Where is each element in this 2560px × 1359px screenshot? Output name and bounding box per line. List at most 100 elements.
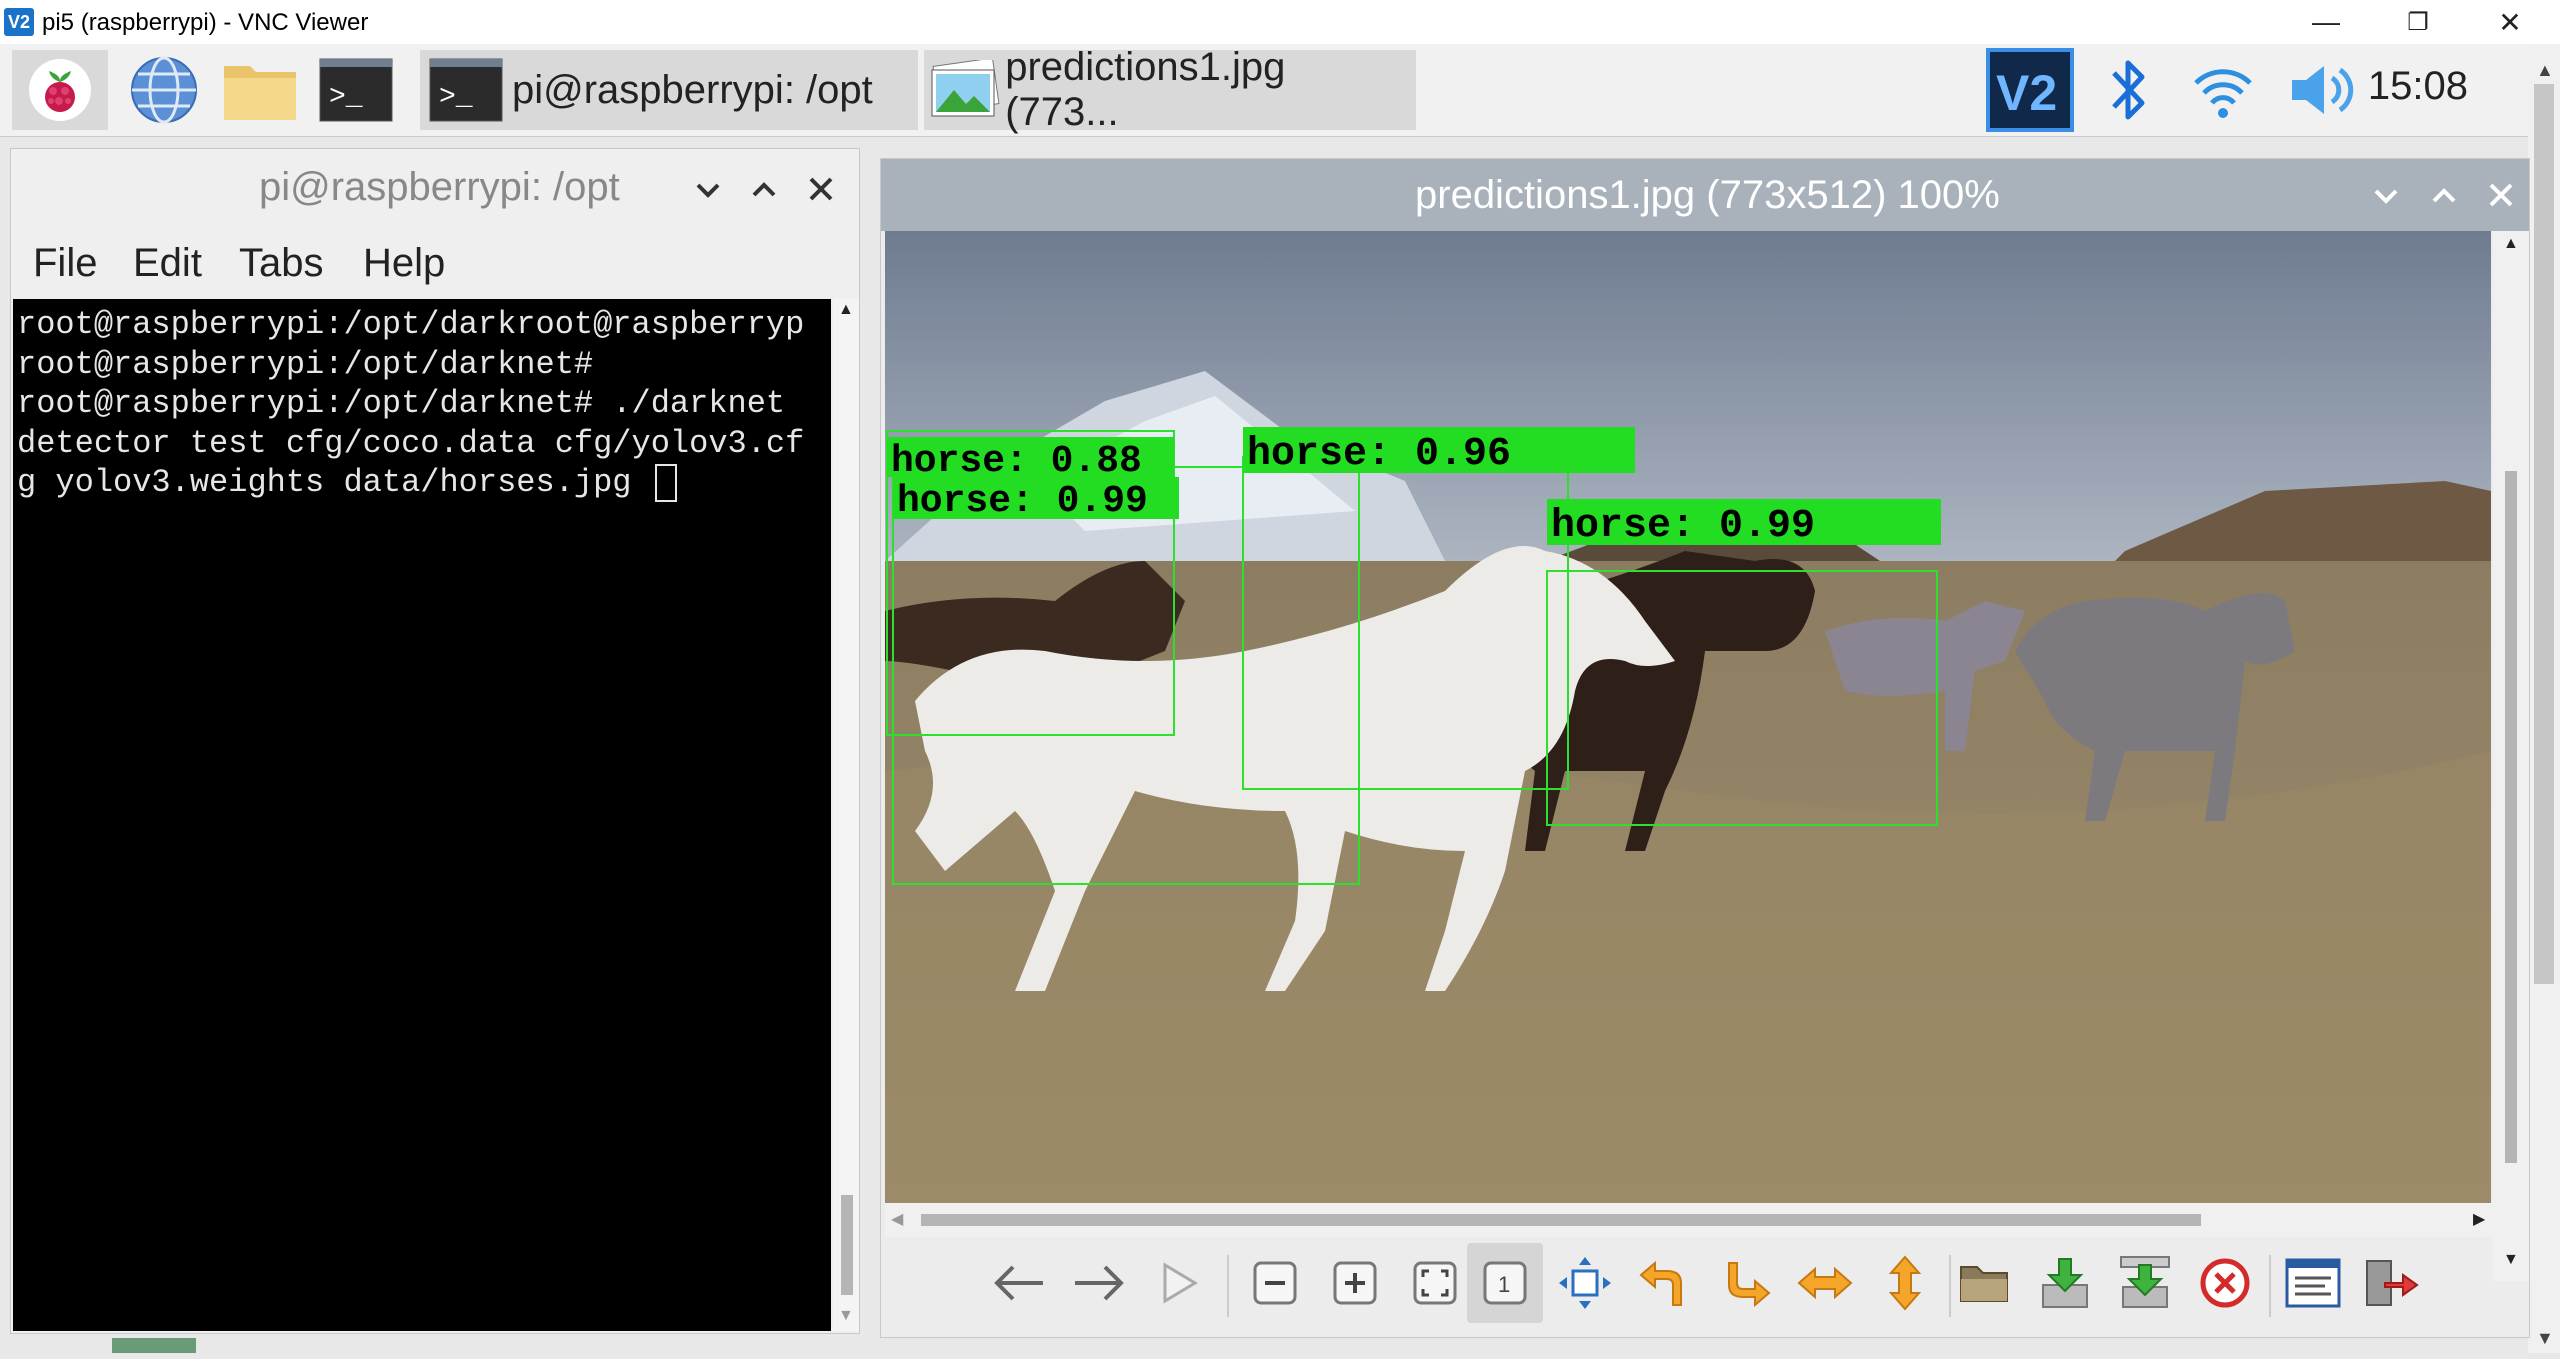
bluetooth-button[interactable] xyxy=(2104,50,2154,130)
scroll-thumb[interactable] xyxy=(921,1214,2201,1226)
zoom-fit-button[interactable] xyxy=(1403,1251,1467,1315)
terminal-cursor xyxy=(654,463,677,502)
previous-button[interactable] xyxy=(987,1251,1051,1315)
terminal-menubar: File Edit Tabs Help xyxy=(11,229,859,299)
open-file-button[interactable] xyxy=(1953,1251,2017,1315)
chevron-up-icon[interactable] xyxy=(2429,181,2459,211)
terminal-title: pi@raspberrypi: /opt xyxy=(259,165,620,209)
close-button[interactable]: ✕ xyxy=(2466,0,2554,44)
rotate-left-button[interactable] xyxy=(1633,1251,1697,1315)
terminal-line: root@raspberrypi:/opt/darkroot@raspberry… xyxy=(17,306,805,343)
scroll-thumb[interactable] xyxy=(2505,471,2517,1163)
flip-horizontal-icon xyxy=(1797,1266,1853,1300)
menu-edit[interactable]: Edit xyxy=(133,241,202,286)
rotate-left-icon xyxy=(1639,1260,1682,1306)
window-title: pi5 (raspberrypi) - VNC Viewer xyxy=(42,9,369,36)
task-terminal[interactable]: >_ pi@raspberrypi: /opt xyxy=(420,50,918,130)
wifi-icon xyxy=(2194,69,2252,118)
folder-icon xyxy=(224,66,296,120)
save-as-button[interactable] xyxy=(2113,1251,2177,1315)
save-icon xyxy=(2042,1258,2088,1308)
toolbar-separator xyxy=(1949,1255,1951,1317)
preferences-button[interactable] xyxy=(2281,1251,2345,1315)
minimize-button[interactable]: — xyxy=(2282,0,2370,44)
terminal-line: detector test cfg/coco.data cfg/yolov3.c… xyxy=(17,424,805,462)
task-terminal-label: pi@raspberrypi: /opt xyxy=(512,67,873,112)
file-manager-button[interactable] xyxy=(220,50,300,130)
zoom-out-button[interactable] xyxy=(1243,1251,1307,1315)
menu-tabs[interactable]: Tabs xyxy=(239,241,324,286)
vnc-titlebar: V2 pi5 (raspberrypi) - VNC Viewer — ❐ ✕ xyxy=(0,0,2560,44)
rotate-right-icon xyxy=(1728,1262,1771,1308)
globe-icon xyxy=(131,56,197,124)
fullscreen-button[interactable] xyxy=(1553,1251,1617,1315)
detection-label: horse: 0.99 xyxy=(897,480,1148,523)
vnc-tray-button[interactable]: V2 xyxy=(1986,48,2074,132)
raspberry-menu-button[interactable] xyxy=(12,50,108,130)
menu-help[interactable]: Help xyxy=(363,241,445,286)
scroll-down-icon[interactable]: ▼ xyxy=(2536,1328,2554,1349)
close-icon[interactable] xyxy=(2487,181,2515,209)
menu-file[interactable]: File xyxy=(33,241,97,286)
terminal-line: g yolov3.weights data/horses.jpg xyxy=(17,464,651,501)
prev-icon xyxy=(994,1265,1043,1301)
volume-button[interactable] xyxy=(2288,50,2360,130)
scroll-right-icon[interactable]: ▶ xyxy=(2473,1209,2485,1229)
horses-photo: horse: 0.88 horse: 0.99 horse: 0.96 hors… xyxy=(885,231,2491,1203)
chevron-down-icon[interactable] xyxy=(693,175,723,205)
toolbar-separator xyxy=(2269,1255,2271,1317)
wifi-button[interactable] xyxy=(2190,50,2256,130)
zoom-in-button[interactable] xyxy=(1323,1251,1387,1315)
scroll-up-icon[interactable]: ▲ xyxy=(2536,60,2554,81)
scroll-thumb[interactable] xyxy=(841,1195,853,1295)
flip-horizontal-button[interactable] xyxy=(1793,1251,1857,1315)
scroll-left-icon[interactable]: ◀ xyxy=(891,1209,903,1229)
terminal-scrollbar[interactable]: ▲ ▼ xyxy=(833,299,859,1331)
terminal-output[interactable]: root@raspberrypi:/opt/darkroot@raspberry… xyxy=(13,299,831,1331)
chevron-down-icon[interactable] xyxy=(2371,181,2401,211)
save-button[interactable] xyxy=(2033,1251,2097,1315)
flip-vertical-button[interactable] xyxy=(1873,1251,1937,1315)
zoom-original-icon: 1 xyxy=(1483,1261,1527,1305)
chevron-up-icon[interactable] xyxy=(749,175,779,205)
terminal-icon: >_ xyxy=(429,58,503,122)
prediction-image[interactable]: horse: 0.88 horse: 0.99 horse: 0.96 hors… xyxy=(885,231,2491,1359)
svg-text:1: 1 xyxy=(1498,1272,1510,1297)
viewer-titlebar[interactable]: predictions1.jpg (773x512) 100% xyxy=(881,159,2529,231)
viewer-horizontal-scrollbar[interactable]: ◀ ▶ xyxy=(885,1203,2495,1237)
terminal-titlebar[interactable]: pi@raspberrypi: /opt xyxy=(11,149,859,229)
fullscreen-icon xyxy=(1559,1257,1611,1309)
flip-vertical-icon xyxy=(1888,1255,1922,1311)
next-button[interactable] xyxy=(1067,1251,1131,1315)
desktop-fragment xyxy=(112,1338,196,1353)
task-image-viewer[interactable]: predictions1.jpg (773... xyxy=(924,45,1416,134)
clock[interactable]: 15:08 xyxy=(2368,64,2468,109)
detection-label: horse: 0.88 xyxy=(891,440,1142,483)
slideshow-button[interactable] xyxy=(1147,1251,1211,1315)
restore-button[interactable]: ❐ xyxy=(2374,0,2462,44)
terminal-launcher-button[interactable]: >_ xyxy=(316,50,396,130)
viewer-toolbar: 1 xyxy=(881,1237,2529,1337)
viewer-vertical-scrollbar[interactable]: ▲ ▼ xyxy=(2493,231,2529,1281)
scroll-up-icon[interactable]: ▲ xyxy=(838,301,854,319)
scroll-thumb[interactable] xyxy=(2534,84,2554,984)
quit-button[interactable] xyxy=(2359,1251,2423,1315)
close-icon[interactable] xyxy=(807,175,835,203)
rotate-right-button[interactable] xyxy=(1713,1251,1777,1315)
viewer-title: predictions1.jpg (773x512) 100% xyxy=(1415,173,2000,217)
image-icon xyxy=(931,60,1000,117)
bluetooth-icon xyxy=(2112,60,2145,120)
toolbar-separator xyxy=(1227,1255,1229,1317)
zoom-fit-icon xyxy=(1413,1261,1457,1305)
scroll-down-icon[interactable]: ▼ xyxy=(838,1307,854,1325)
terminal-icon: >_ xyxy=(319,58,393,122)
scroll-up-icon[interactable]: ▲ xyxy=(2503,235,2519,253)
delete-button[interactable] xyxy=(2193,1251,2257,1315)
vnc-vertical-scrollbar[interactable]: ▲ ▼ xyxy=(2528,44,2560,1353)
zoom-in-icon xyxy=(1333,1261,1377,1305)
save-as-icon xyxy=(2120,1256,2170,1308)
quit-icon xyxy=(2366,1260,2419,1306)
browser-button[interactable] xyxy=(124,50,204,130)
zoom-original-button[interactable]: 1 xyxy=(1467,1243,1543,1323)
zoom-out-icon xyxy=(1253,1261,1297,1305)
